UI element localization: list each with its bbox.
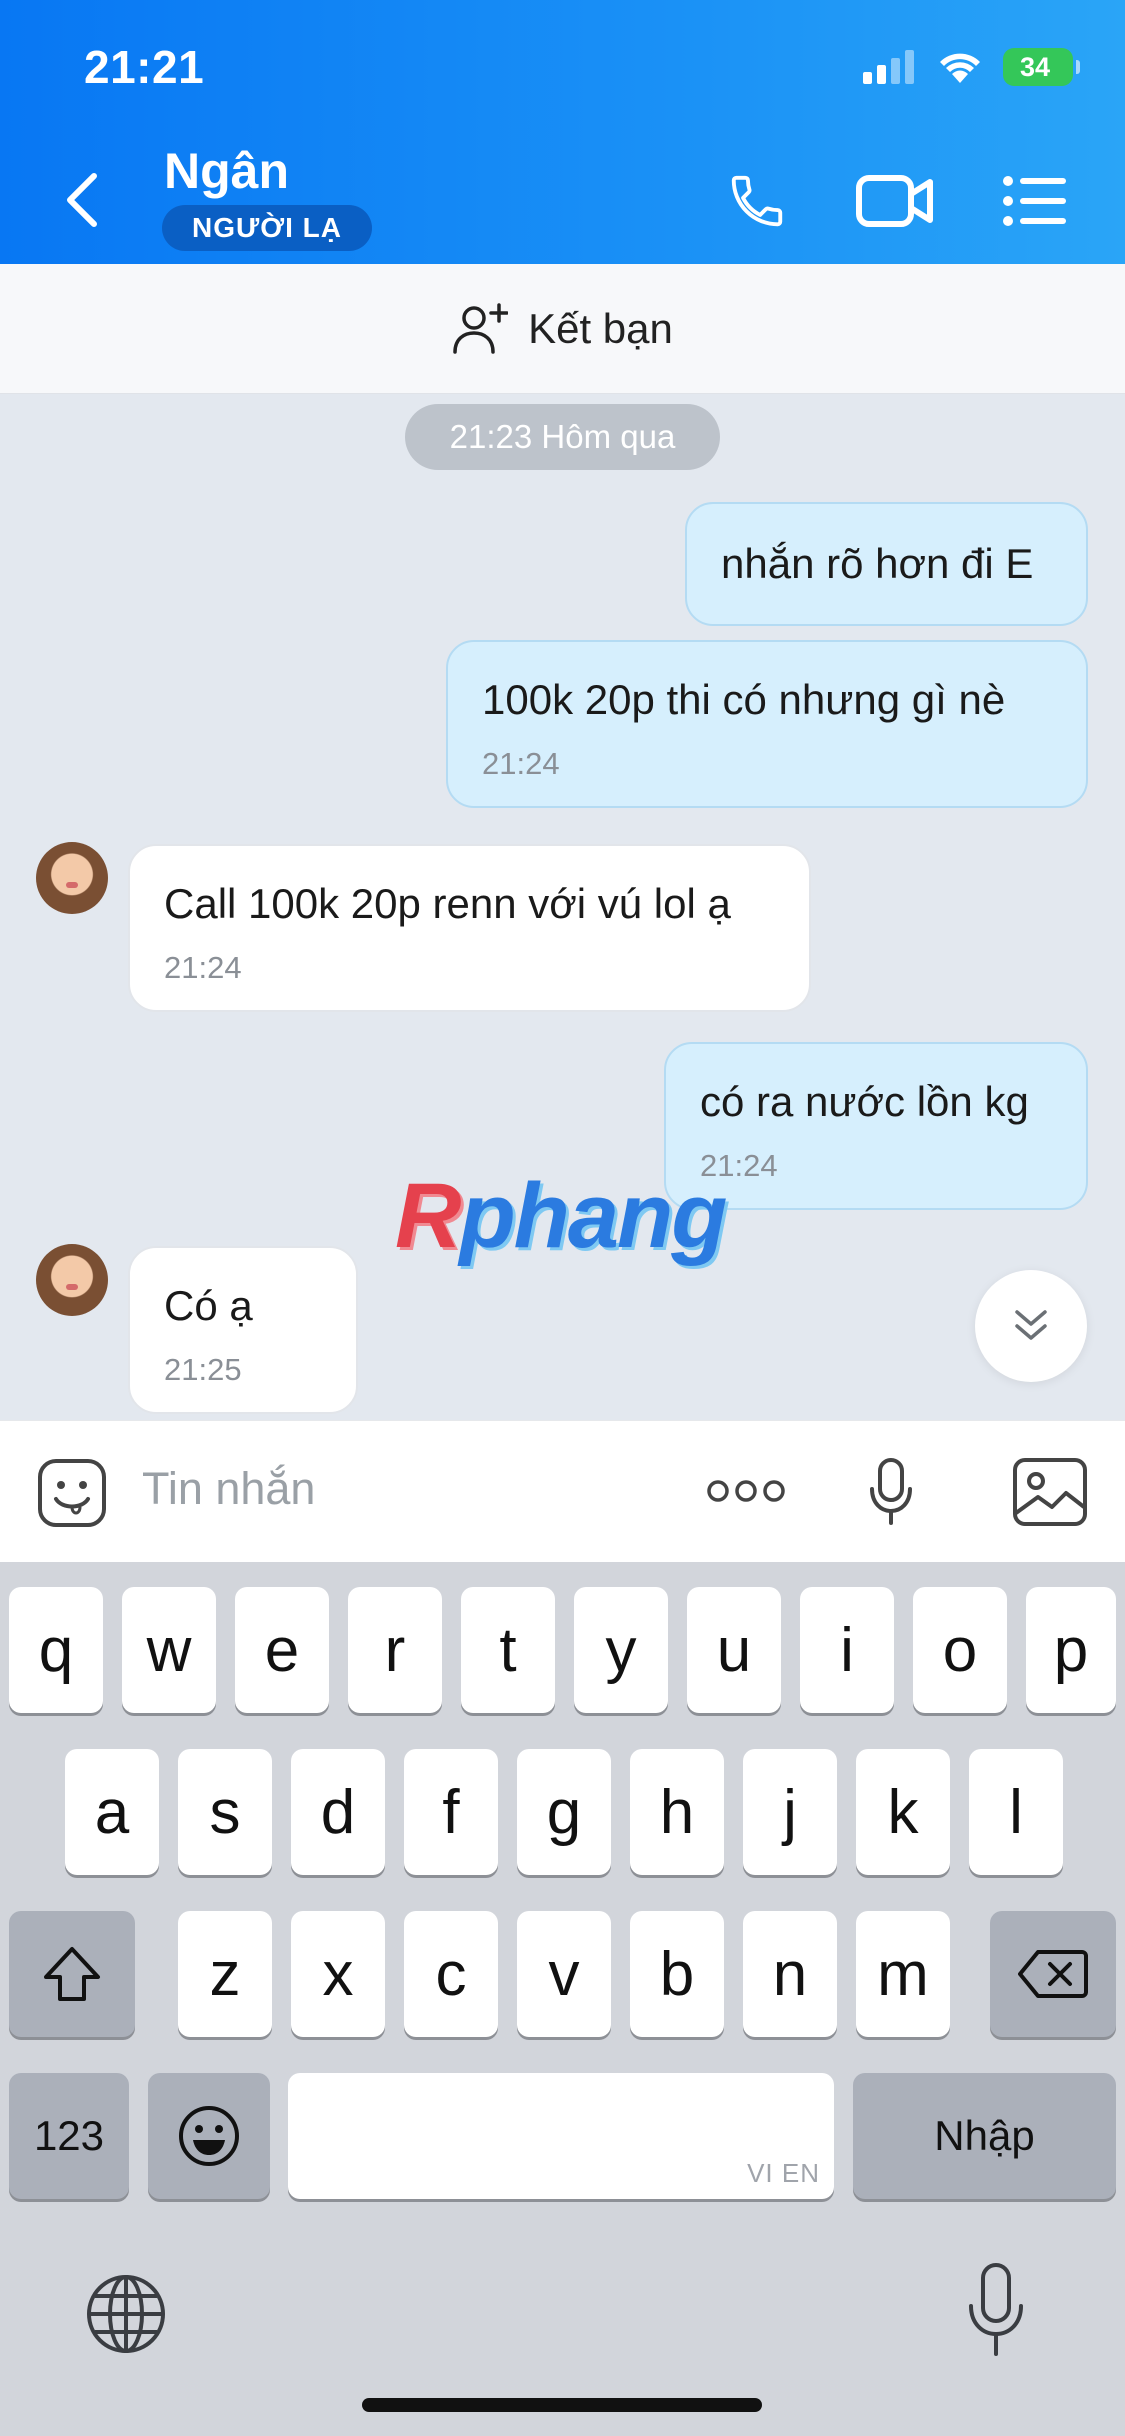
message-text: nhắn rõ hơn đi E [721, 540, 1034, 587]
delete-key[interactable] [990, 1911, 1116, 2037]
shift-arrow-icon [44, 1947, 100, 2001]
contact-name[interactable]: Ngân [164, 142, 289, 200]
message-time: 21:25 [164, 1352, 242, 1387]
sticker-icon [38, 1459, 106, 1527]
emoji-icon [179, 2106, 239, 2166]
key-o[interactable]: o [913, 1587, 1007, 1713]
microphone-icon [870, 1458, 912, 1525]
globe-icon [87, 2275, 165, 2353]
key-b[interactable]: b [630, 1911, 724, 2037]
status-time: 21:21 [84, 41, 205, 93]
chat-header: 21:21 34 Ngân NGƯỜI LẠ [0, 0, 1125, 264]
language-hint: VI EN [747, 2158, 820, 2188]
space-key[interactable]: VI EN [288, 2073, 834, 2199]
stranger-badge: NGƯỜI LẠ [162, 205, 372, 251]
key-a[interactable]: a [65, 1749, 159, 1875]
avatar[interactable] [36, 842, 108, 914]
return-key[interactable]: Nhập [853, 2073, 1116, 2199]
image-picker-button[interactable] [1012, 1457, 1088, 1532]
key-f[interactable]: f [404, 1749, 498, 1875]
voice-message-button[interactable] [868, 1457, 914, 1532]
key-x[interactable]: x [291, 1911, 385, 2037]
key-q[interactable]: q [9, 1587, 103, 1713]
keyboard: q w e r t y u i o p a s d f g h j k l z … [0, 1562, 1125, 2436]
more-button[interactable] [706, 1477, 786, 1510]
key-j[interactable]: j [743, 1749, 837, 1875]
key-k[interactable]: k [856, 1749, 950, 1875]
wifi-icon [940, 53, 980, 83]
double-chevron-down-icon [1015, 1310, 1047, 1340]
message-text: Call 100k 20p renn với vú lol ạ [164, 880, 731, 927]
voice-call-button[interactable] [722, 166, 792, 236]
key-u[interactable]: u [687, 1587, 781, 1713]
key-z[interactable]: z [178, 1911, 272, 2037]
key-y[interactable]: y [574, 1587, 668, 1713]
message-input[interactable]: Tin nhắn [142, 1463, 315, 1515]
date-separator: 21:23 Hôm qua [405, 404, 720, 470]
status-icons: 34 [863, 48, 1080, 86]
key-m[interactable]: m [856, 1911, 950, 2037]
shift-key[interactable] [9, 1911, 135, 2037]
key-n[interactable]: n [743, 1911, 837, 2037]
menu-list-icon [1003, 176, 1066, 226]
avatar[interactable] [36, 1244, 108, 1316]
message-text: 100k 20p thi có nhưng gì nè [482, 676, 1006, 723]
home-indicator [362, 2398, 762, 2412]
key-c[interactable]: c [404, 1911, 498, 2037]
message-text: Có ạ [164, 1282, 253, 1329]
key-d[interactable]: d [291, 1749, 385, 1875]
key-i[interactable]: i [800, 1587, 894, 1713]
more-icon [707, 1480, 785, 1502]
menu-button[interactable] [1002, 166, 1068, 236]
phone-icon [731, 175, 783, 227]
dictation-key[interactable] [966, 2262, 1026, 2363]
key-p[interactable]: p [1026, 1587, 1116, 1713]
battery-indicator: 34 [1003, 48, 1080, 86]
add-friend-label: Kết bạn [528, 304, 673, 352]
key-e[interactable]: e [235, 1587, 329, 1713]
key-h[interactable]: h [630, 1749, 724, 1875]
message-text: có ra nước lồn kg [700, 1078, 1029, 1125]
key-t[interactable]: t [461, 1587, 555, 1713]
watermark-logo: Rphang [395, 1165, 727, 1267]
key-g[interactable]: g [517, 1749, 611, 1875]
dictation-microphone-icon [969, 2263, 1023, 2356]
message-bubble-outgoing[interactable]: có ra nước lồn kg 21:24 [664, 1042, 1088, 1210]
key-v[interactable]: v [517, 1911, 611, 2037]
back-button[interactable] [62, 170, 112, 230]
key-l[interactable]: l [969, 1749, 1063, 1875]
back-chevron-icon [67, 173, 97, 227]
globe-key[interactable] [84, 2272, 168, 2361]
sticker-button[interactable] [36, 1457, 108, 1534]
backspace-icon [1018, 1950, 1088, 1998]
emoji-key[interactable] [148, 2073, 270, 2199]
key-r[interactable]: r [348, 1587, 442, 1713]
message-bubble-incoming[interactable]: Call 100k 20p renn với vú lol ạ 21:24 [128, 844, 811, 1012]
video-call-button[interactable] [856, 166, 934, 236]
message-bubble-incoming[interactable]: Có ạ 21:25 [128, 1246, 358, 1414]
key-w[interactable]: w [122, 1587, 216, 1713]
message-bubble-outgoing[interactable]: nhắn rõ hơn đi E [685, 502, 1088, 626]
scroll-to-bottom-button[interactable] [975, 1270, 1087, 1382]
message-time: 21:24 [700, 1148, 778, 1183]
message-composer: Tin nhắn [0, 1420, 1125, 1562]
message-time: 21:24 [482, 746, 560, 781]
cellular-signal-icon [863, 50, 914, 84]
video-call-icon [856, 175, 933, 227]
message-time: 21:24 [164, 950, 242, 985]
image-icon [1013, 1458, 1087, 1526]
add-friend-button[interactable]: Kết bạn [0, 264, 1125, 394]
numbers-key[interactable]: 123 [9, 2073, 129, 2199]
message-list[interactable]: 21:23 Hôm qua nhắn rõ hơn đi E 100k 20p … [0, 394, 1125, 1420]
key-s[interactable]: s [178, 1749, 272, 1875]
add-user-icon [453, 302, 509, 354]
message-bubble-outgoing[interactable]: 100k 20p thi có nhưng gì nè 21:24 [446, 640, 1088, 808]
